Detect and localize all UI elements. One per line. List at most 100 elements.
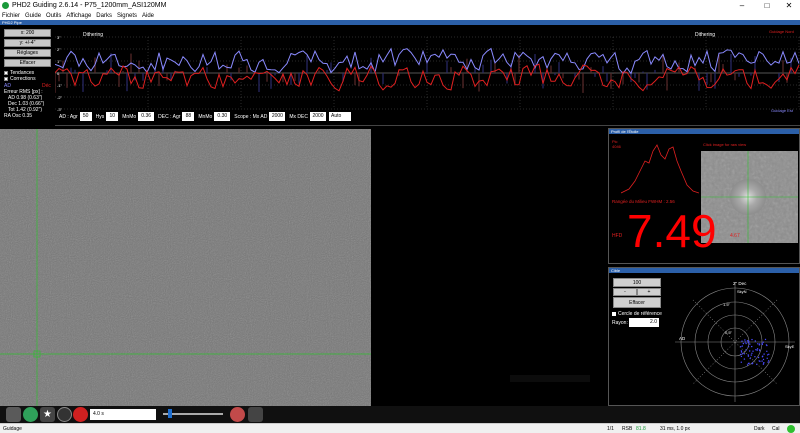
- target-point: [751, 352, 753, 354]
- target-point: [768, 360, 770, 362]
- fwhm-text: Rangée du Milieu FWHM : 2.56: [612, 199, 675, 204]
- target-point: [739, 353, 742, 356]
- stop-icon[interactable]: [73, 407, 88, 422]
- target-point: [744, 339, 746, 341]
- target-point: [762, 355, 764, 357]
- menu-fichier[interactable]: Fichier: [2, 13, 20, 19]
- mnmo-label: MnMo: [122, 113, 137, 120]
- target-point: [761, 360, 763, 362]
- brain-icon[interactable]: [230, 407, 245, 422]
- target-skye-label: SkyE: [785, 344, 795, 349]
- y-tick-label: -1": [57, 83, 63, 88]
- mx-dec-input[interactable]: 2000: [310, 112, 326, 121]
- x-scale-select[interactable]: x: 200: [4, 29, 51, 37]
- target-point: [757, 343, 759, 345]
- y-scale-select[interactable]: y: +/-4": [4, 39, 51, 47]
- gamma-slider-track[interactable]: [163, 413, 223, 415]
- mnmo-input[interactable]: 0.36: [138, 112, 155, 121]
- y-tick-label: 2": [57, 47, 61, 52]
- gamma-slider-handle[interactable]: [168, 409, 172, 418]
- dec-mnmo-input[interactable]: 0.30: [214, 112, 231, 121]
- dec-agr-label: DEC : Agr: [158, 113, 181, 120]
- minimize-button[interactable]: –: [731, 0, 753, 11]
- hfd-label: HFD: [612, 233, 623, 239]
- peak-value: 4046: [612, 144, 621, 149]
- refresh-icon[interactable]: [23, 407, 38, 422]
- maximize-button[interactable]: □: [756, 0, 778, 11]
- ad-agr-input[interactable]: 50: [79, 112, 92, 121]
- target-point: [763, 353, 765, 355]
- exposure-select[interactable]: 4.0 s: [90, 409, 156, 420]
- app-icon: [2, 2, 9, 9]
- target-point: [762, 341, 764, 343]
- ref-circle-label: Cercle de référence: [618, 311, 662, 317]
- target-dec-label: 2" Dec: [733, 281, 747, 286]
- graph-clear-button[interactable]: Effacer: [4, 59, 51, 67]
- close-button[interactable]: ✕: [778, 0, 800, 11]
- hfd-value: 7.49: [627, 205, 717, 257]
- menu-aide[interactable]: Aide: [142, 13, 154, 19]
- auto-star-icon[interactable]: ★: [40, 407, 55, 422]
- target-point: [754, 340, 756, 342]
- target-point: [747, 362, 750, 365]
- target-clear-button[interactable]: Effacer: [613, 297, 661, 308]
- zoom-out-button[interactable]: -: [613, 288, 637, 296]
- hys-label: Hys: [95, 113, 105, 120]
- dec-mnmo-label: MnMo: [198, 113, 213, 120]
- radius-input[interactable]: 2.0: [629, 318, 659, 327]
- dec-mode-select[interactable]: Auto: [329, 112, 351, 121]
- status-bar: Guidage 1/1 RSB 81.8 31 ms, 1.0 px Dark …: [0, 423, 800, 433]
- empty-canvas-area: [371, 129, 607, 406]
- target-point: [749, 343, 751, 345]
- target-pane: Cible 100 - + Effacer Cercle de référenc…: [608, 267, 800, 406]
- target-point: [747, 340, 749, 342]
- target-point: [766, 350, 768, 352]
- target-point: [752, 350, 754, 352]
- loop-icon[interactable]: [6, 407, 21, 422]
- target-point: [744, 341, 746, 343]
- menu-guide[interactable]: Guide: [25, 13, 41, 19]
- dither-label-1: Dithering: [83, 32, 103, 38]
- target-point: [742, 342, 745, 345]
- guide-graph[interactable]: Dithering Dithering Guidage Nord Guidage…: [55, 27, 800, 114]
- target-point: [740, 351, 743, 353]
- star-cross-icon[interactable]: [248, 407, 263, 422]
- target-point: [756, 349, 758, 351]
- graph-settings-button[interactable]: Réglages: [4, 49, 51, 57]
- zoom-in-button[interactable]: +: [637, 288, 661, 296]
- guide-target-icon[interactable]: [57, 407, 72, 422]
- menu-darks[interactable]: Darks: [96, 13, 112, 19]
- target-point: [761, 343, 764, 346]
- menu-signets[interactable]: Signets: [117, 13, 137, 19]
- target-ad-label: AD: [679, 336, 686, 341]
- target-zoom-select[interactable]: 100: [613, 278, 661, 287]
- target-point: [740, 346, 742, 348]
- status-cal: Cal: [772, 426, 780, 432]
- corrections-checkbox[interactable]: Corrections: [4, 76, 36, 82]
- target-point: [764, 338, 767, 341]
- target-point: [766, 354, 769, 356]
- mx-ad-input[interactable]: 2000: [269, 112, 286, 121]
- target-point: [741, 353, 744, 355]
- status-frame-count: 1/1: [607, 426, 614, 432]
- graph-pane-header: PHD2 Pipe: [0, 20, 800, 25]
- target-point: [751, 345, 753, 348]
- guide-params-bar: AD : Agr 50 Hys 10 MnMo 0.36 DEC : Agr 8…: [55, 110, 800, 123]
- target-point: [747, 342, 749, 344]
- dec-agr-input[interactable]: 88: [182, 112, 195, 121]
- target-ring-label-2: 0.5": [725, 330, 733, 335]
- menu-outils[interactable]: Outils: [46, 13, 61, 19]
- menu-affichage[interactable]: Affichage: [66, 13, 91, 19]
- target-point: [749, 350, 751, 352]
- camera-image[interactable]: [0, 129, 371, 406]
- guide-north-label: Guidage Nord: [769, 29, 794, 34]
- target-point: [766, 357, 768, 359]
- target-point: [743, 353, 746, 355]
- target-bullseye: 2" Dec SkyN 1.5" 0.5" AD SkyE: [675, 281, 795, 402]
- profile-curve: [621, 144, 699, 194]
- hys-input[interactable]: 10: [106, 112, 119, 121]
- profile-header: Profil de l'Étoile: [609, 129, 799, 134]
- ref-circle-checkbox[interactable]: Cercle de référence: [612, 311, 662, 317]
- mx-ad-label: Scope : Mx AD: [234, 113, 268, 120]
- status-snr-value: 81.8: [636, 426, 646, 432]
